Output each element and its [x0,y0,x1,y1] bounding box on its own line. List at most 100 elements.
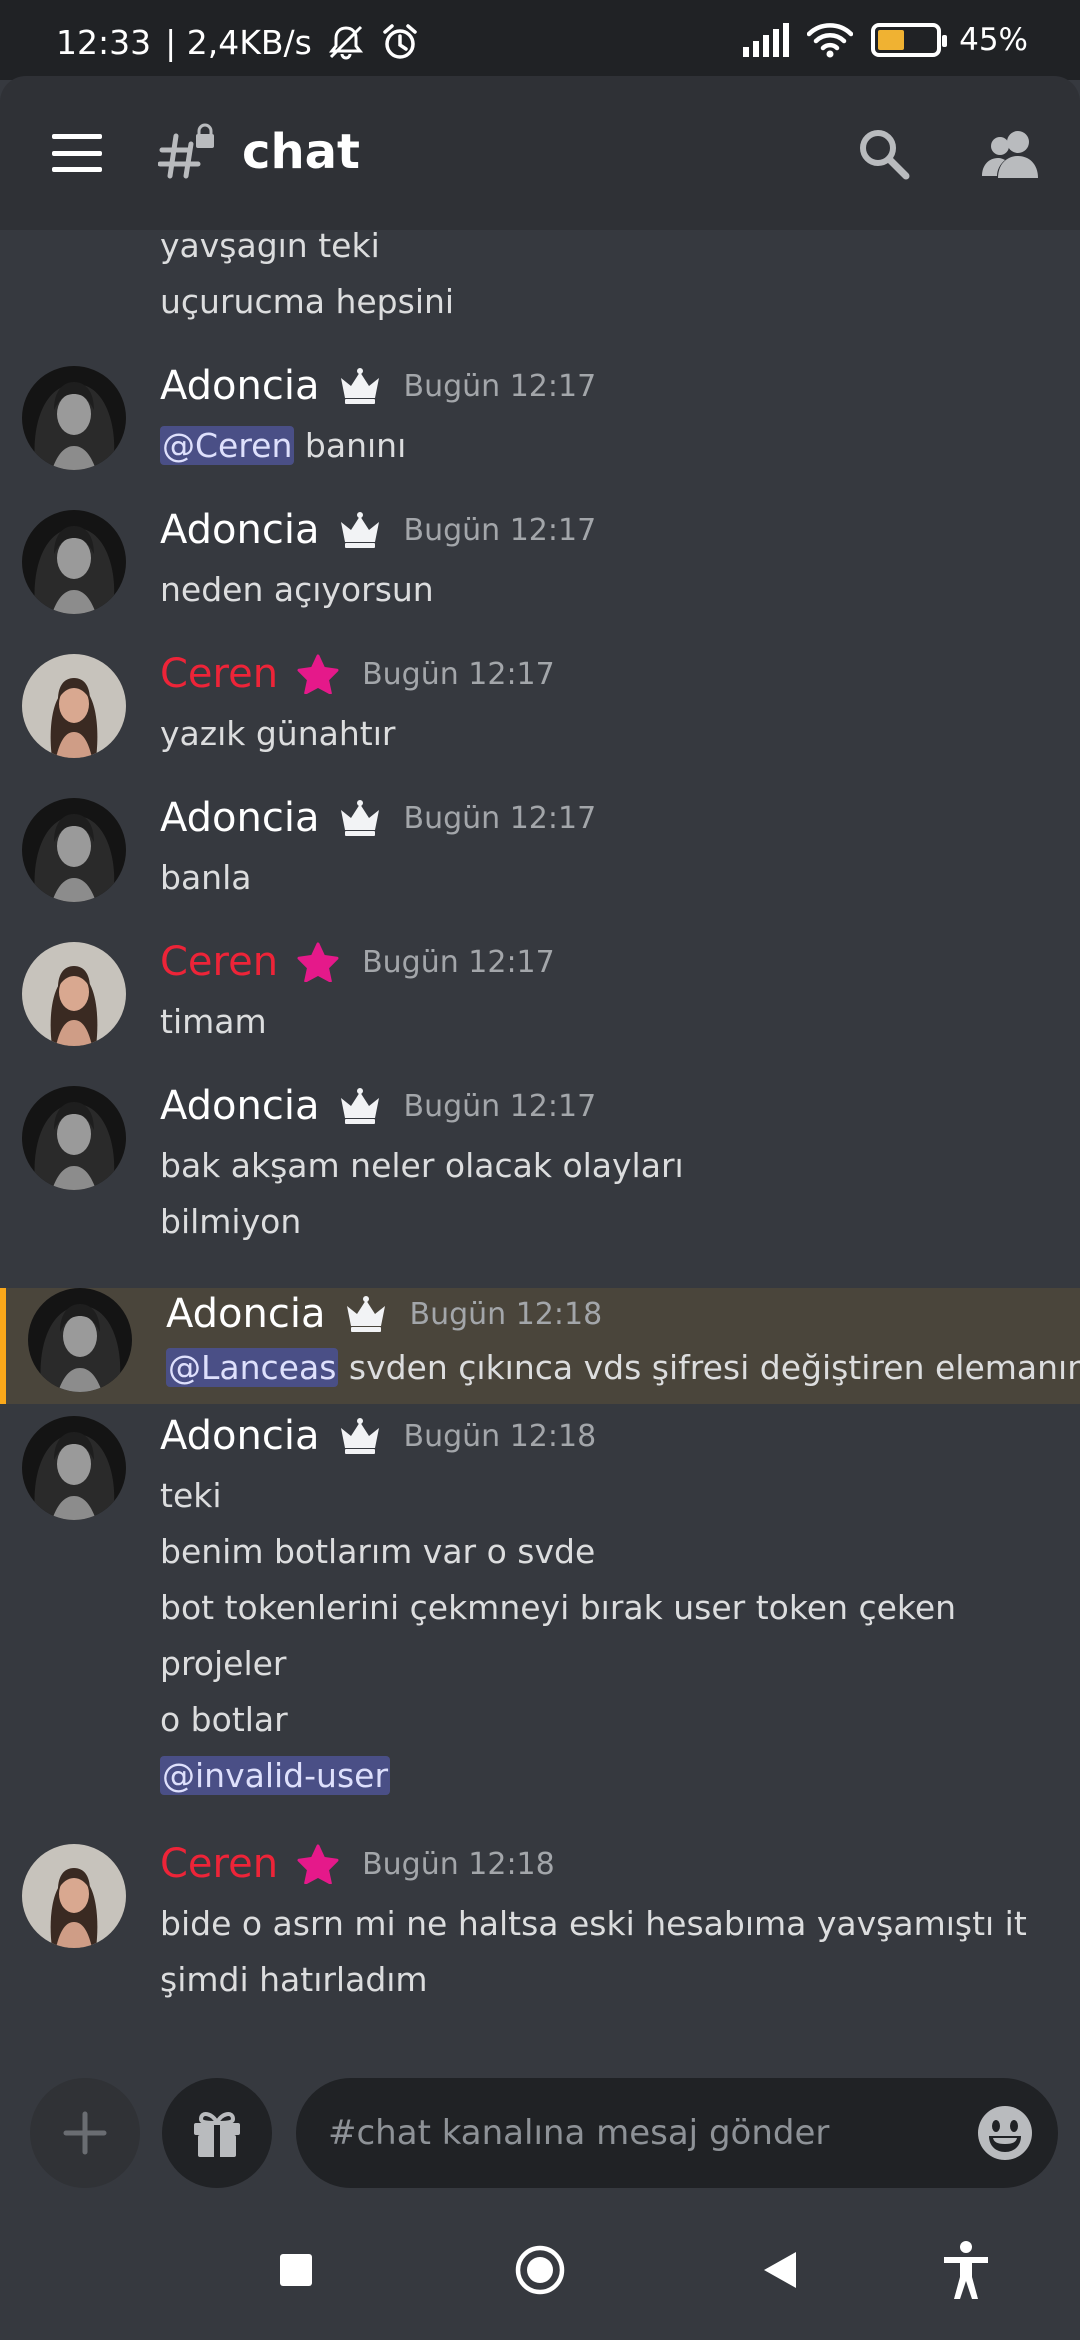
message-line: şimdi hatırladım [160,1952,1027,2008]
message-text: projeler [160,1644,287,1683]
channel-title: chat [242,124,360,180]
crown-icon [338,510,382,550]
back-triangle-icon [764,2252,796,2288]
avatar[interactable] [22,654,126,758]
message-text: timam [160,1002,267,1041]
message[interactable]: Ceren Bugün 12:17 yazık günahtır [0,646,1080,790]
message-list[interactable]: yavşagın teki uçurucma hepsini Adoncia Bugü… [0,230,1080,2070]
gift-icon [194,2112,240,2157]
plus-icon [63,2111,107,2155]
message-header: Adoncia Bugün 12:18 [166,1286,602,1342]
status-bar: 12:33 | 2,4KB/s 45% [0,0,1080,80]
author-name[interactable]: Adoncia [160,507,320,553]
message[interactable]: Ceren Bugün 12:18 bide o asrn mi ne haltsa… [0,1836,1080,2036]
message-line: bide o asrn mi ne haltsa eski hesabıma y… [160,1896,1027,1952]
accessibility-button[interactable] [934,2238,998,2302]
avatar[interactable] [22,1416,126,1520]
star-icon [296,942,340,983]
avatar[interactable] [22,1086,126,1190]
avatar[interactable] [22,510,126,614]
status-time: 12:33 [56,22,152,62]
message-content: yavşagın teki uçurucma hepsini [160,230,454,330]
message-line: @Ceren banını [160,418,406,474]
message-text: bide o asrn mi ne haltsa eski hesabıma y… [160,1904,1027,1943]
message[interactable]: Adoncia Bugün 12:17 banla [0,790,1080,934]
avatar[interactable] [22,366,126,470]
author-name[interactable]: Adoncia [160,363,320,409]
search-icon[interactable] [856,126,912,182]
locked-channel-hash-icon [158,123,214,179]
message-line: projeler [160,1636,956,1692]
message-content: yazık günahtır [160,706,395,762]
message-content: timam [160,994,267,1050]
message-text: banını [294,426,407,465]
author-name[interactable]: Adoncia [166,1291,326,1337]
gift-button[interactable] [162,2078,272,2188]
timestamp: Bugün 12:18 [362,1846,555,1882]
message-content: teki benim botlarım var o svde bot tokenle… [160,1468,956,1804]
avatar[interactable] [28,1288,132,1392]
message-highlighted[interactable]: Adoncia Bugün 12:18 @Lanceas svden çıkınca… [0,1288,1080,1404]
user-mention[interactable]: @invalid-user [160,1756,391,1795]
message-header: Adoncia Bugün 12:18 [160,1408,596,1464]
message-text: banla [160,858,252,897]
message[interactable]: Adoncia Bugün 12:17 @Ceren banını [0,358,1080,502]
battery-icon [871,23,948,57]
author-name[interactable]: Adoncia [160,1083,320,1129]
avatar[interactable] [22,798,126,902]
message-input[interactable] [328,2078,948,2188]
author-name[interactable]: Adoncia [160,1413,320,1459]
message-line: o botlar [160,1692,956,1748]
message-text: yavşagın teki [160,230,380,265]
message-text: o botlar [160,1700,288,1739]
message-input-container [296,2078,1058,2188]
home-button[interactable] [508,2238,572,2302]
message-line: yavşagın teki [160,230,454,274]
members-icon[interactable] [980,126,1040,182]
message-text: svden çıkınca vds şifresi değiştiren ele… [338,1348,1080,1387]
crown-icon [338,798,382,838]
message-header: Adoncia Bugün 12:17 [160,358,596,414]
menu-icon[interactable] [52,134,102,172]
crown-icon [338,1086,382,1126]
message-line: @invalid-user [160,1748,956,1804]
message-header: Ceren Bugün 12:18 [160,1836,555,1892]
attach-button[interactable] [30,2078,140,2188]
timestamp: Bugün 12:18 [409,1296,603,1332]
message[interactable]: Adoncia Bugün 12:18 teki benim botlarım var… [0,1408,1080,1800]
status-left: 12:33 | 2,4KB/s [56,22,420,62]
message[interactable]: Adoncia Bugün 12:17 bak akşam neler olacak… [0,1078,1080,1274]
user-mention[interactable]: @Ceren [160,426,295,465]
crown-icon [344,1294,388,1334]
timestamp: Bugün 12:17 [403,368,597,404]
timestamp: Bugün 12:17 [403,1088,597,1124]
timestamp: Bugün 12:18 [403,1418,597,1454]
system-nav-bar [0,2200,1080,2340]
message-line: @Lanceas svden çıkınca vds şifresi değiş… [166,1340,1080,1396]
author-name[interactable]: Ceren [160,939,278,985]
message-line: benim botlarım var o svde [160,1524,956,1580]
author-name[interactable]: Ceren [160,1841,278,1887]
author-name[interactable]: Adoncia [160,795,320,841]
back-button[interactable] [748,2238,812,2302]
message[interactable]: Adoncia Bugün 12:17 neden açıyorsun [0,502,1080,646]
recents-button[interactable] [264,2238,328,2302]
recents-square-icon [280,2254,312,2286]
message-header: Adoncia Bugün 12:17 [160,1078,596,1134]
star-icon [296,654,340,695]
message-text: bilmiyon [160,1202,302,1241]
timestamp: Bugün 12:17 [362,656,555,692]
user-mention[interactable]: @Lanceas [166,1348,339,1387]
message-line: yazık günahtır [160,706,395,762]
message[interactable]: yavşagın teki uçurucma hepsini [0,230,1080,321]
message-line: neden açıyorsun [160,562,434,618]
message-line: banla [160,850,251,906]
author-name[interactable]: Ceren [160,651,278,697]
emoji-icon[interactable] [976,2104,1034,2162]
message-text: teki [160,1476,222,1515]
signal-icon [743,23,790,57]
avatar[interactable] [22,1844,126,1948]
avatar[interactable] [22,942,126,1046]
message-line: teki [160,1468,956,1524]
message[interactable]: Ceren Bugün 12:17 timam [0,934,1080,1078]
